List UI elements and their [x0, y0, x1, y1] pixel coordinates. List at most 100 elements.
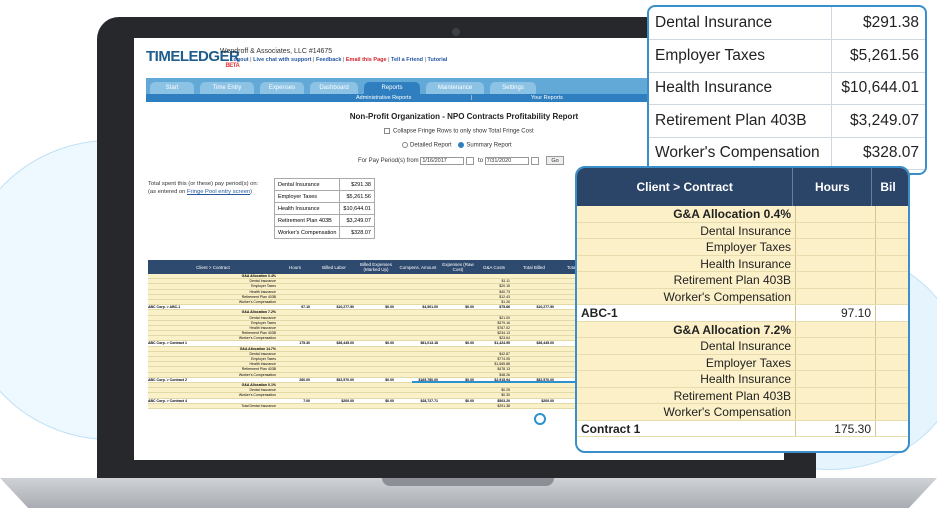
spent-end: )	[250, 189, 253, 195]
table-cell	[278, 393, 312, 397]
callout-row-billed	[875, 255, 908, 271]
camera-icon	[452, 28, 460, 36]
table-cell	[312, 373, 356, 377]
callout-row-billed	[875, 420, 908, 436]
table-cell	[396, 279, 440, 283]
table-cell	[440, 290, 476, 294]
table-cell	[512, 383, 556, 387]
email-page-link[interactable]: Email this Page	[346, 57, 387, 63]
table-cell: 7.00	[303, 398, 310, 403]
callout-fringe-row: Worker's Compensation $328.07	[649, 137, 925, 170]
logout-link[interactable]: Logout	[230, 57, 249, 63]
callout-row-billed	[875, 272, 908, 288]
table-cell: Worker's Compensation	[238, 393, 276, 398]
sub-your-reports[interactable]: Your Reports	[531, 94, 563, 102]
table-cell: Retirement Plan 403B	[241, 367, 276, 372]
table-cell: ABC Corp. > Contract 4	[148, 398, 187, 403]
table-cell	[396, 393, 440, 397]
table-cell	[396, 357, 440, 361]
table-cell	[476, 347, 512, 351]
laptop-notch	[382, 478, 554, 486]
table-cell	[278, 383, 312, 387]
table-cell: $75.66	[499, 305, 510, 310]
table-cell	[512, 331, 556, 335]
table-cell	[312, 393, 356, 397]
table-cell	[512, 367, 556, 371]
table-cell: $23.64	[499, 336, 510, 341]
table-cell	[512, 373, 556, 377]
table-cell	[356, 347, 396, 351]
calendar-icon[interactable]	[530, 156, 539, 165]
table-cell: $10,277.50	[336, 305, 354, 310]
table-cell	[440, 321, 476, 325]
sub-admin-reports[interactable]: Administrative Reports	[356, 94, 411, 102]
callout-fringe-amount: $10,644.01	[831, 72, 925, 105]
tell-friend-link[interactable]: Tell a Friend	[391, 57, 423, 63]
table-cell	[356, 404, 396, 408]
to-date-field[interactable]: 7/31/2020	[484, 156, 529, 165]
table-cell	[278, 362, 312, 366]
table-cell	[512, 295, 556, 299]
table-cell	[396, 290, 440, 294]
table-cell	[396, 284, 440, 288]
table-cell	[396, 362, 440, 366]
callout-fringe-row: Health Insurance $10,644.01	[649, 72, 925, 105]
table-cell: $0.25	[501, 388, 510, 393]
detailed-radio[interactable]	[402, 142, 408, 148]
calendar-icon[interactable]	[466, 156, 475, 165]
callout-row-label: Worker's Compensation	[663, 405, 791, 419]
table-cell	[356, 326, 396, 330]
column-header: Client > Contract	[196, 264, 230, 270]
callout-row-billed	[875, 404, 908, 420]
table-cell: $28,727.71	[420, 398, 438, 403]
table-cell	[278, 388, 312, 392]
collapse-checkbox[interactable]	[384, 128, 390, 134]
callout-fringe-name: Worker's Compensation	[649, 137, 832, 170]
table-cell	[278, 316, 312, 320]
table-cell	[396, 373, 440, 377]
tutorial-link[interactable]: Tutorial	[428, 57, 448, 63]
table-cell	[278, 274, 312, 278]
table-cell	[440, 310, 476, 314]
go-button[interactable]: Go	[546, 156, 564, 165]
table-cell	[440, 300, 476, 304]
feedback-link[interactable]: Feedback	[316, 57, 341, 63]
table-cell	[278, 290, 312, 294]
callout-row-hours	[795, 387, 875, 403]
table-cell	[440, 388, 476, 392]
table-cell: $0.00	[385, 398, 394, 403]
callout-row-hours	[795, 338, 875, 354]
table-cell: Employer Taxes	[251, 284, 276, 289]
callout-fringe-amount: $5,261.56	[831, 39, 925, 73]
callout-row-hours: 175.30	[795, 420, 875, 436]
callout-row-label: Dental Insurance	[700, 223, 791, 238]
fringe-pool-link[interactable]: Fringe Pool entry screen	[187, 189, 250, 195]
table-cell	[356, 352, 396, 356]
summary-radio[interactable]	[458, 142, 465, 148]
table-cell	[312, 336, 356, 340]
table-cell	[312, 321, 356, 325]
table-cell: $1.11	[501, 279, 511, 284]
live-chat-link[interactable]: Live chat with support	[253, 57, 311, 63]
table-cell: $0.30	[501, 393, 510, 398]
callout-row-billed	[875, 338, 908, 354]
table-cell	[278, 284, 312, 288]
table-cell	[278, 373, 312, 377]
table-cell: ABC Corp. > Contract 1	[148, 341, 187, 346]
table-cell	[312, 316, 356, 320]
from-date-field[interactable]: 1/16/2017	[420, 156, 465, 165]
table-cell	[312, 383, 356, 387]
table-cell	[356, 274, 396, 278]
callout-row-billed	[875, 239, 908, 255]
table-cell	[312, 388, 356, 392]
table-cell: $478.13	[497, 367, 510, 372]
callout-table-row: Employer Taxes	[577, 239, 908, 256]
table-cell	[512, 284, 556, 288]
callout-row-hours	[795, 321, 875, 337]
callout-row-label: Retirement Plan 403B	[673, 273, 791, 287]
collapse-fringe-option[interactable]: Collapse Fringe Rows to only show Total …	[384, 128, 534, 135]
table-cell	[396, 404, 440, 408]
table-cell	[356, 310, 396, 314]
table-cell	[356, 279, 396, 283]
table-cell	[356, 357, 396, 361]
